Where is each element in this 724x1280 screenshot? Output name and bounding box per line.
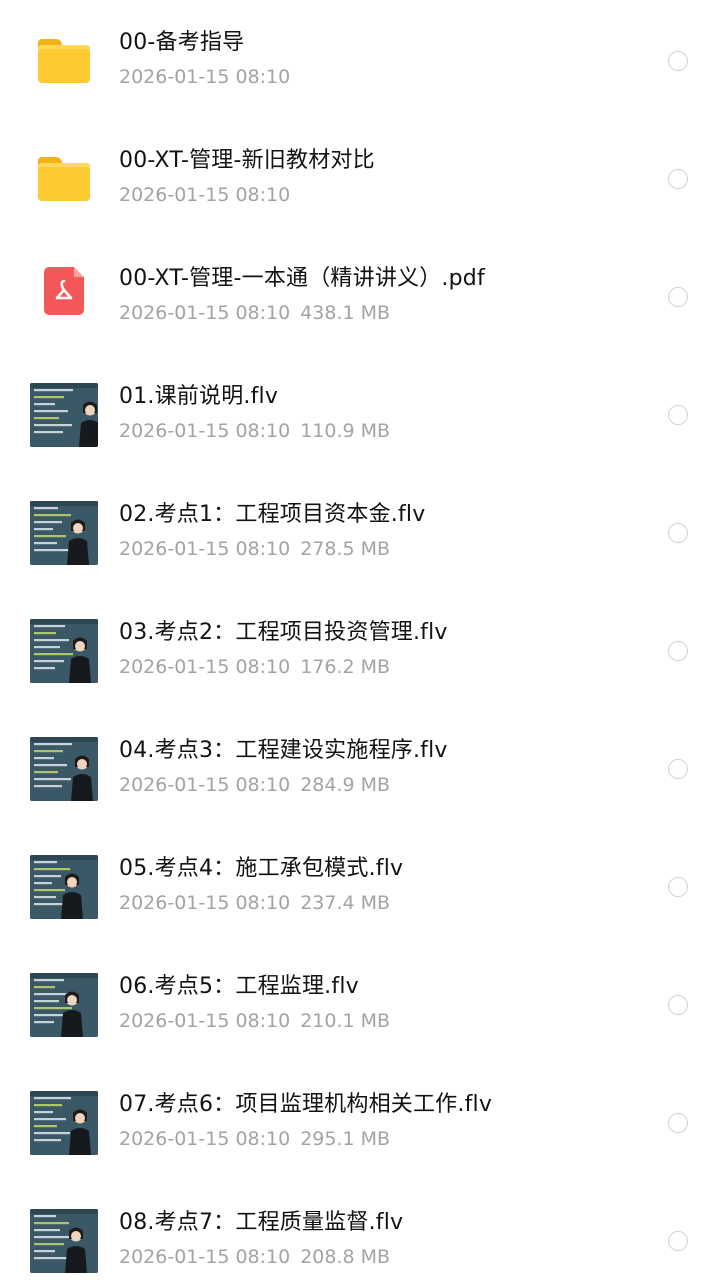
file-row[interactable]: 03.考点2：工程项目投资管理.flv 2026-01-15 08:10 176.2… (0, 590, 724, 708)
video-thumbnail (30, 973, 98, 1037)
video-thumbnail (30, 619, 98, 683)
select-radio[interactable] (668, 759, 688, 779)
file-size: 237.4 MB (300, 892, 391, 914)
file-meta: 2026-01-15 08:10 176.2 MB (119, 656, 390, 678)
file-meta: 2026-01-15 08:10 278.5 MB (119, 538, 390, 560)
file-date: 2026-01-15 08:10 (119, 1246, 291, 1268)
file-name: 00-备考指导 (119, 30, 245, 55)
file-date: 2026-01-15 08:10 (119, 184, 291, 206)
file-date: 2026-01-15 08:10 (119, 774, 291, 796)
file-meta: 2026-01-15 08:10 438.1 MB (119, 302, 390, 324)
file-meta: 2026-01-15 08:10 208.8 MB (119, 1246, 390, 1268)
file-meta: 2026-01-15 08:10 210.1 MB (119, 1010, 390, 1032)
file-row[interactable]: 06.考点5：工程监理.flv 2026-01-15 08:10 210.1 MB (0, 944, 724, 1062)
select-radio[interactable] (668, 1113, 688, 1133)
file-name: 02.考点1：工程项目资本金.flv (119, 502, 426, 527)
file-date: 2026-01-15 08:10 (119, 420, 291, 442)
video-thumbnail (30, 1091, 98, 1155)
file-meta: 2026-01-15 08:10 295.1 MB (119, 1128, 390, 1150)
select-radio[interactable] (668, 405, 688, 425)
file-date: 2026-01-15 08:10 (119, 1128, 291, 1150)
file-date: 2026-01-15 08:10 (119, 66, 291, 88)
video-thumbnail (30, 737, 98, 801)
folder-icon (30, 147, 98, 211)
file-size: 210.1 MB (300, 1010, 391, 1032)
file-meta: 2026-01-15 08:10 110.9 MB (119, 420, 390, 442)
video-thumbnail (30, 855, 98, 919)
file-size: 208.8 MB (300, 1246, 391, 1268)
file-meta: 2026-01-15 08:10 (119, 66, 300, 88)
file-date: 2026-01-15 08:10 (119, 1010, 291, 1032)
select-radio[interactable] (668, 51, 688, 71)
video-thumbnail (30, 501, 98, 565)
file-meta: 2026-01-15 08:10 (119, 184, 300, 206)
file-date: 2026-01-15 08:10 (119, 538, 291, 560)
file-name: 08.考点7：工程质量监督.flv (119, 1210, 404, 1235)
file-row[interactable]: 07.考点6：项目监理机构相关工作.flv 2026-01-15 08:10 295… (0, 1062, 724, 1180)
file-row[interactable]: 05.考点4：施工承包模式.flv 2026-01-15 08:10 237.4 M… (0, 826, 724, 944)
file-size: 438.1 MB (300, 302, 391, 324)
file-size: 176.2 MB (300, 656, 391, 678)
select-radio[interactable] (668, 1231, 688, 1251)
file-row[interactable]: 00-XT-管理-一本通（精讲讲义）.pdf 2026-01-15 08:10 43… (0, 236, 724, 354)
select-radio[interactable] (668, 995, 688, 1015)
select-radio[interactable] (668, 169, 688, 189)
file-name: 01.课前说明.flv (119, 384, 279, 409)
file-size: 284.9 MB (300, 774, 391, 796)
video-thumbnail (30, 383, 98, 447)
file-name: 00-XT-管理-新旧教材对比 (119, 148, 375, 173)
file-list: 00-备考指导 2026-01-15 08:10 00-XT-管理-新旧教材对比 20… (0, 0, 724, 1280)
folder-icon (30, 29, 98, 93)
file-name: 05.考点4：施工承包模式.flv (119, 856, 404, 881)
file-row[interactable]: 04.考点3：工程建设实施程序.flv 2026-01-15 08:10 284.9… (0, 708, 724, 826)
file-size: 278.5 MB (300, 538, 391, 560)
file-name: 03.考点2：工程项目投资管理.flv (119, 620, 448, 645)
file-size: 295.1 MB (300, 1128, 391, 1150)
video-thumbnail (30, 1209, 98, 1273)
file-meta: 2026-01-15 08:10 237.4 MB (119, 892, 390, 914)
file-row[interactable]: 08.考点7：工程质量监督.flv 2026-01-15 08:10 208.8 M… (0, 1180, 724, 1280)
select-radio[interactable] (668, 523, 688, 543)
file-name: 04.考点3：工程建设实施程序.flv (119, 738, 448, 763)
file-size: 110.9 MB (300, 420, 391, 442)
file-row[interactable]: 00-XT-管理-新旧教材对比 2026-01-15 08:10 (0, 118, 724, 236)
file-name: 06.考点5：工程监理.flv (119, 974, 359, 999)
file-date: 2026-01-15 08:10 (119, 302, 291, 324)
file-date: 2026-01-15 08:10 (119, 892, 291, 914)
file-meta: 2026-01-15 08:10 284.9 MB (119, 774, 390, 796)
file-row[interactable]: 01.课前说明.flv 2026-01-15 08:10 110.9 MB (0, 354, 724, 472)
select-radio[interactable] (668, 641, 688, 661)
file-row[interactable]: 02.考点1：工程项目资本金.flv 2026-01-15 08:10 278.5 … (0, 472, 724, 590)
file-row[interactable]: 00-备考指导 2026-01-15 08:10 (0, 0, 724, 118)
file-name: 00-XT-管理-一本通（精讲讲义）.pdf (119, 266, 485, 291)
pdf-file-icon (30, 263, 98, 327)
select-radio[interactable] (668, 877, 688, 897)
file-name: 07.考点6：项目监理机构相关工作.flv (119, 1092, 493, 1117)
select-radio[interactable] (668, 287, 688, 307)
file-date: 2026-01-15 08:10 (119, 656, 291, 678)
